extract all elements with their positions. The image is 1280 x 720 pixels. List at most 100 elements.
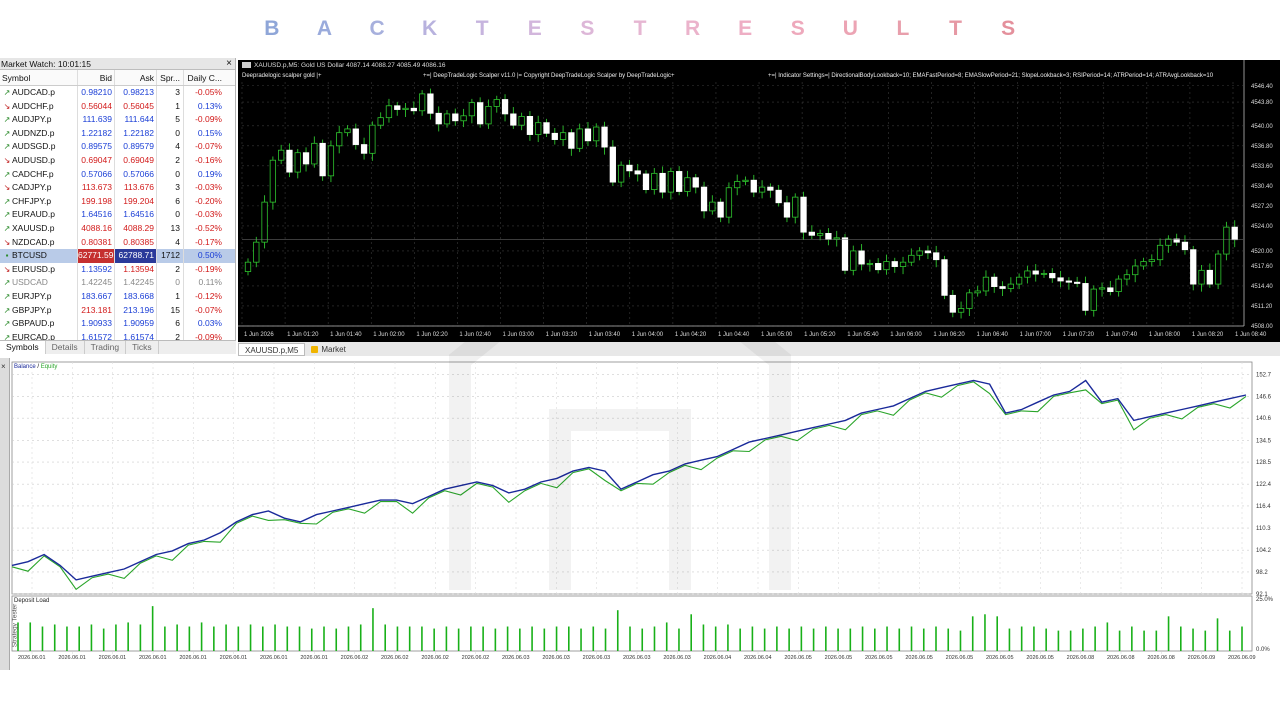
close-icon[interactable]: × [226, 58, 232, 70]
date-tick-label: 2026.06.05 [986, 655, 1014, 661]
candle-bullish [1115, 278, 1122, 292]
price-tick-label: 4511.20 [1251, 304, 1273, 310]
candle-bearish [609, 146, 616, 183]
symbol-cell: ↗ USDCAD [0, 276, 78, 290]
market-watch-row[interactable]: ↗ GBPJPY.p 213.181 213.196 15 -0.07% [0, 303, 235, 318]
candle-bullish [617, 164, 625, 183]
balance-tick-label: 152.7 [1256, 372, 1272, 378]
ask-cell: 0.56045 [115, 99, 157, 114]
market-watch-row[interactable]: ↗ AUDCAD.p 0.98210 0.98213 3 -0.05% [0, 86, 235, 100]
spread-cell: 6 [157, 317, 184, 331]
candle-bullish [916, 250, 923, 256]
spread-cell: 2 [157, 153, 184, 168]
date-tick-label: 2026.06.01 [58, 655, 86, 661]
close-icon[interactable]: × [1, 362, 6, 371]
market-watch-row[interactable]: ↘ CADJPY.p 113.673 113.676 3 -0.03% [0, 181, 235, 195]
column-bid[interactable]: Bid [78, 70, 115, 85]
candle-bullish [1148, 259, 1155, 262]
market-watch-row[interactable]: ↗ GBPAUD.p 1.90933 1.90959 6 0.03% [0, 317, 235, 331]
tab-details[interactable]: Details [46, 341, 85, 354]
candle-bullish [244, 261, 252, 272]
market-watch-row[interactable]: ↗ EURJPY.p 183.667 183.668 1 -0.12% [0, 289, 235, 304]
candle-bearish [858, 250, 865, 265]
market-watch-row[interactable]: ↗ CADCHF.p 0.57066 0.57066 0 0.19% [0, 167, 235, 182]
market-watch-row[interactable]: ↘ AUDUSD.p 0.69047 0.69049 2 -0.16% [0, 153, 235, 168]
candle-bearish [999, 286, 1006, 289]
ask-cell: 1.22182 [115, 126, 157, 141]
market-watch-row[interactable]: ↘ NZDCAD.p 0.80381 0.80385 4 -0.17% [0, 235, 235, 250]
banner-letter: L [896, 17, 910, 40]
bid-cell: 1.64516 [78, 208, 115, 222]
candle-bullish [792, 196, 799, 218]
tab-symbols[interactable]: Symbols [0, 341, 46, 354]
candle-bearish [568, 132, 575, 149]
banner-letter: T [633, 17, 647, 40]
time-tick-label: 1 Jun 2026 [244, 332, 274, 338]
symbol-cell: ↘ EURUSD.p [0, 262, 78, 277]
symbol-name: AUDNZD.p [12, 127, 55, 138]
candle-bearish [435, 112, 442, 125]
candle-bearish [642, 173, 650, 191]
strategy-tester-graph: 152.7 146.6 140.6 134.5 128.5 122.4 116.4 110.3… [0, 358, 1280, 670]
arrow-up-icon: ↗ [3, 169, 11, 179]
market-watch-panel: Market Watch: 10:01:15 × Symbol Bid Ask … [0, 58, 236, 354]
candle-bearish [410, 107, 417, 112]
bid-cell: 0.69047 [78, 153, 115, 168]
ea-name-label: Deepradelogic scalper gold |+ [242, 73, 322, 79]
candle-bullish [725, 187, 733, 218]
banner-letter: C [369, 17, 385, 40]
chart-legend: Balance / Equity [14, 364, 57, 370]
candle-bullish [1007, 283, 1014, 289]
candle-bullish [833, 237, 840, 240]
spread-cell: 1 [157, 289, 184, 304]
price-chart[interactable]: 4546.40 4543.80 4540.00 4536.80 4533.60 4530.… [238, 60, 1280, 342]
candle-bearish [543, 122, 550, 134]
candle-bullish [651, 172, 658, 191]
market-watch-title: Market Watch: 10:01:15 [1, 59, 91, 69]
balance-tick-label: 104.2 [1256, 548, 1272, 554]
ask-cell: 62788.71 [115, 249, 157, 263]
arrow-up-icon: ↗ [3, 128, 11, 138]
date-tick-label: 2026.06.04 [744, 655, 772, 661]
candle-bullish [485, 106, 492, 125]
symbol-name: USDCAD [12, 277, 48, 288]
date-tick-label: 2026.06.05 [1026, 655, 1054, 661]
market-watch-row[interactable]: ▪ BTCUSD 62771.59 62788.71 1712 0.50% [0, 249, 235, 263]
candle-bearish [949, 294, 956, 313]
spread-cell: 1712 [157, 249, 184, 263]
tab-trading[interactable]: Trading [85, 341, 127, 354]
candle-bearish [783, 202, 791, 218]
tab-ticks[interactable]: Ticks [126, 341, 159, 354]
market-watch-row[interactable]: ↘ EURUSD.p 1.13592 1.13594 2 -0.19% [0, 262, 235, 277]
column-symbol[interactable]: Symbol [0, 70, 78, 85]
market-watch-rows: ↗ AUDCAD.p 0.98210 0.98213 3 -0.05% ↘ AUDCHF.p 0… [0, 86, 235, 345]
market-watch-row[interactable]: ↗ AUDSGD.p 0.89575 0.89579 4 -0.07% [0, 140, 235, 154]
market-watch-row[interactable]: ↘ AUDCHF.p 0.56044 0.56045 1 0.13% [0, 99, 235, 114]
candlestick-chart[interactable]: 4546.40 4543.80 4540.00 4536.80 4533.60 4530.… [238, 60, 1280, 342]
time-tick-label: 1 Jun 08:20 [1192, 332, 1224, 338]
market-watch-row[interactable]: ↗ CHFJPY.p 199.198 199.204 6 -0.20% [0, 194, 235, 209]
balance-tick-label: 134.5 [1256, 438, 1272, 444]
market-watch-row[interactable]: ↗ AUDJPY.p 111.639 111.644 5 -0.09% [0, 113, 235, 127]
tab-market[interactable]: Market [305, 343, 351, 356]
tab-xauusd-chart[interactable]: XAUUSD.p,M5 [238, 342, 306, 356]
spread-cell: 0 [157, 208, 184, 222]
market-watch-row[interactable]: ↗ EURAUD.p 1.64516 1.64516 0 -0.03% [0, 208, 235, 222]
column-ask[interactable]: Ask [115, 70, 157, 85]
candle-bullish [336, 132, 343, 147]
candle-bullish [1123, 274, 1131, 280]
date-tick-label: 2026.06.08 [1147, 655, 1175, 661]
market-watch-row[interactable]: ↗ AUDNZD.p 1.22182 1.22182 0 0.15% [0, 126, 235, 141]
market-watch-row[interactable]: ↗ USDCAD 1.42245 1.42245 0 0.11% [0, 276, 235, 290]
date-tick-label: 2026.06.03 [542, 655, 570, 661]
candle-bearish [634, 170, 641, 175]
market-watch-row[interactable]: ↗ XAUUSD.p 4088.16 4088.29 13 -0.52% [0, 221, 235, 236]
candle-bullish [253, 241, 260, 263]
market-watch-tabs: Symbols Details Trading Ticks [0, 340, 236, 354]
symbol-name: GBPJPY.p [12, 304, 52, 315]
column-daily-change[interactable]: Daily C... [184, 70, 226, 85]
arrow-up-icon: ↗ [3, 142, 11, 152]
column-spread[interactable]: Spr... [157, 70, 184, 85]
candle-bullish [385, 105, 393, 119]
date-tick-label: 2026.06.08 [1067, 655, 1095, 661]
